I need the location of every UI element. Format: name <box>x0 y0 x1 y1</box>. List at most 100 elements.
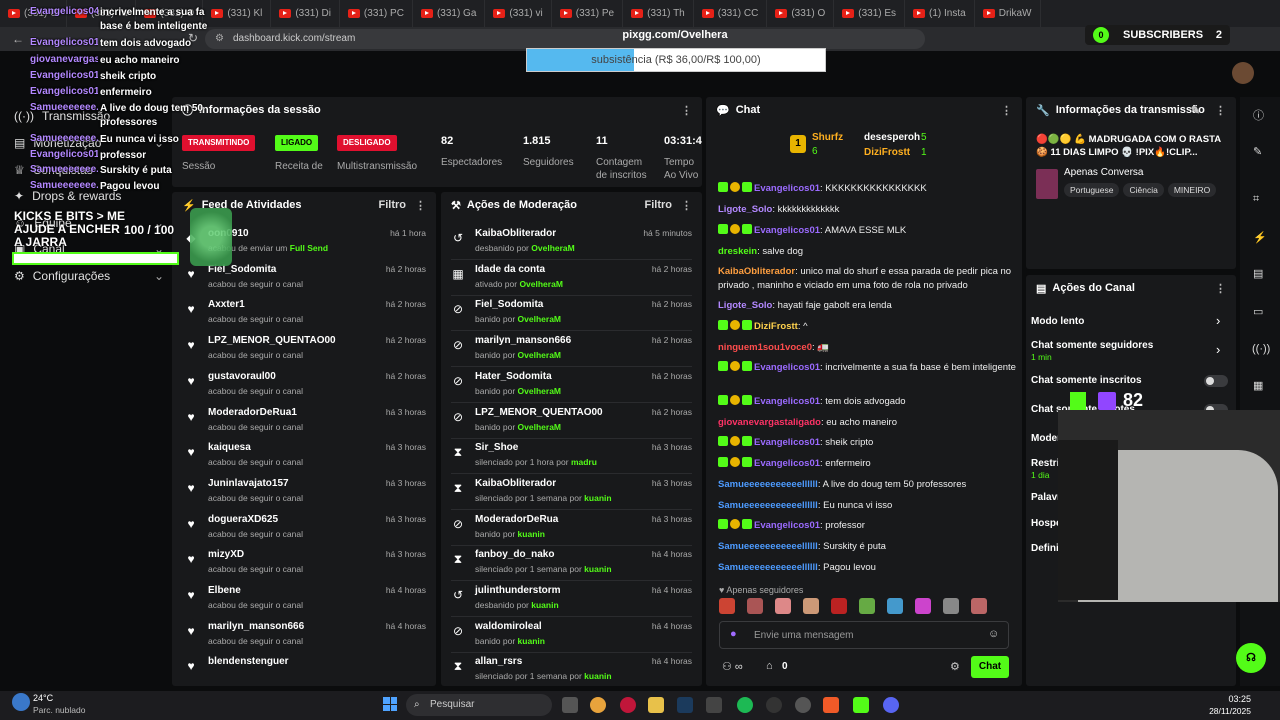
feed-username[interactable]: mizyXD <box>208 549 244 560</box>
discord-icon[interactable] <box>883 697 899 713</box>
mod-row[interactable]: ↺ KaibaObliterador desbanido por OvelheraM… <box>451 226 692 260</box>
emote-icon[interactable] <box>887 598 903 614</box>
mod-row[interactable]: ▦ Idade da conta ativado por OvelheraM há 2… <box>451 262 692 296</box>
chat-username[interactable]: Evangelicos01 <box>754 437 820 448</box>
feed-username[interactable]: marilyn_manson666 <box>208 621 304 632</box>
weather-icon[interactable] <box>12 693 30 711</box>
browser-tab[interactable]: (331) vi <box>485 0 552 27</box>
feed-filter-button[interactable]: Filtro <box>379 199 407 211</box>
mod-filter-button[interactable]: Filtro <box>645 199 673 211</box>
emote-icon[interactable] <box>859 598 875 614</box>
chat-username[interactable]: ninguem1sou1voce0 <box>718 342 812 353</box>
feed-username[interactable]: Elbene <box>208 585 241 596</box>
emoji-icon[interactable]: ☺ <box>988 628 999 640</box>
chat-username[interactable]: Samueeeeeeeeeeellllll <box>718 562 818 573</box>
chat-username[interactable]: Evangelicos01 <box>754 396 820 407</box>
mod-row[interactable]: ⊘ waldomiroleal banido por kuanin há 4 hora… <box>451 619 692 653</box>
chat-username[interactable]: Ligote_Solo <box>718 204 772 215</box>
spotify-icon[interactable] <box>737 697 753 713</box>
app-icon[interactable] <box>706 697 722 713</box>
file-explorer-icon[interactable] <box>648 697 664 713</box>
browser-tab[interactable]: (331) Ga <box>413 0 486 27</box>
feed-username[interactable]: dogueraXD625 <box>208 514 278 525</box>
emote-icon[interactable] <box>719 598 735 614</box>
feed-username[interactable]: gustavoraul00 <box>208 371 276 382</box>
feed-row[interactable]: ♥ kaiquesa acabou de seguir o canal há 3 ho… <box>184 440 426 474</box>
broadcast-icon[interactable]: ((·)) <box>1252 343 1270 355</box>
more-icon[interactable]: ⋮ <box>1001 104 1012 117</box>
mod-row[interactable]: ⊘ marilyn_manson666 banido por OvelheraM há… <box>451 333 692 367</box>
mod-target[interactable]: KaibaObliterador <box>475 478 556 489</box>
browser-tab[interactable]: (331) Pe <box>552 0 624 27</box>
steam-icon[interactable] <box>677 697 693 713</box>
chat-username[interactable]: Ligote_Solo <box>718 300 772 311</box>
info-icon[interactable]: ⓘ <box>1253 107 1264 123</box>
top-gifter-1-name[interactable]: Shurfz <box>812 132 843 143</box>
feed-row[interactable]: ♥ Juninlavajato157 acabou de seguir o cana… <box>184 476 426 510</box>
followers-only-row[interactable]: Chat somente seguidores <box>1031 340 1153 351</box>
mod-row[interactable]: ↺ julinthunderstorm desbanido por kuanin há… <box>451 583 692 617</box>
chat-username[interactable]: dreskein <box>718 246 757 257</box>
emote-icon[interactable] <box>747 598 763 614</box>
mod-row[interactable]: ⊘ Fiel_Sodomita banido por OvelheraM há 2 h… <box>451 297 692 331</box>
more-icon[interactable]: ⋮ <box>1215 104 1226 117</box>
mod-target[interactable]: LPZ_MENOR_QUENTAO00 <box>475 407 603 418</box>
brave-icon[interactable] <box>823 697 839 713</box>
app-icon[interactable] <box>795 697 811 713</box>
back-icon[interactable]: ← <box>12 32 24 46</box>
feed-username[interactable]: ModeradorDeRua1 <box>208 407 297 418</box>
moderators-icon[interactable]: ⚇ ∞ <box>722 660 743 673</box>
feed-row[interactable]: ♥ mizyXD acabou de seguir o canal há 3 hora… <box>184 547 426 581</box>
mod-target[interactable]: julinthunderstorm <box>475 585 561 596</box>
mod-row[interactable]: ⊘ ModeradorDeRua banido por kuanin há 3 hor… <box>451 512 692 546</box>
mod-row[interactable]: ⊘ LPZ_MENOR_QUENTAO00 banido por OvelheraM… <box>451 405 692 439</box>
mod-row[interactable]: ⊘ Hater_Sodomita banido por OvelheraM há 2 … <box>451 369 692 403</box>
feed-username[interactable]: Juninlavajato157 <box>208 478 289 489</box>
emote-icon[interactable] <box>775 598 791 614</box>
taskbar-search[interactable]: ⌕ Pesquisar <box>406 694 552 716</box>
feed-row[interactable]: ♥ Elbene acabou de seguir o canal há 4 hora… <box>184 583 426 617</box>
chat-message[interactable]: Samueeeeeeeeeeellllll: Eu nunca vi isso <box>718 499 1018 513</box>
more-icon[interactable]: ⋮ <box>681 199 692 212</box>
mod-target[interactable]: marilyn_manson666 <box>475 335 571 346</box>
emote-icon[interactable] <box>943 598 959 614</box>
help-button[interactable]: ☊ <box>1236 643 1266 673</box>
task-view-icon[interactable] <box>562 697 578 713</box>
feed-row[interactable]: ♥ ModeradorDeRua1 acabou de seguir o canal… <box>184 405 426 439</box>
feed-username[interactable]: LPZ_MENOR_QUENTAO00 <box>208 335 336 346</box>
chat-input[interactable]: ● Envie uma mensagem ☺ <box>719 621 1009 649</box>
feed-username[interactable]: Axxter1 <box>208 299 245 310</box>
browser-tab[interactable]: (331) CC <box>694 0 768 27</box>
chat-message[interactable]: DiziFrostt: ^ <box>718 320 1018 334</box>
chat-message[interactable]: Evangelicos01: enfermeiro <box>718 457 1018 471</box>
chevron-right-icon[interactable]: › <box>1216 342 1220 357</box>
chat-username[interactable]: Samueeeeeeeeeeellllll <box>718 500 818 511</box>
edit-icon[interactable]: ✎ <box>1191 104 1200 117</box>
feed-row[interactable]: ♥ Axxter1 acabou de seguir o canal há 2 hor… <box>184 297 426 331</box>
chat-message[interactable]: Evangelicos01: sheik cripto <box>718 436 1018 450</box>
site-info-icon[interactable]: ⚙ <box>215 29 224 49</box>
emote-icon[interactable] <box>831 598 847 614</box>
app-icon[interactable] <box>766 697 782 713</box>
banned-words-row[interactable]: Palavr <box>1031 492 1061 503</box>
chat-message[interactable]: KaibaObliterador: unico mal do shurf e e… <box>718 265 1018 293</box>
slow-mode-row[interactable]: Modo lento <box>1031 316 1084 327</box>
chat-message[interactable]: giovanevargastaligado: eu acho maneiro <box>718 416 1018 430</box>
host-row[interactable]: Hospe <box>1031 518 1062 529</box>
settings-row[interactable]: Defini <box>1031 543 1059 554</box>
feed-username[interactable]: kaiquesa <box>208 442 251 453</box>
chat-username[interactable]: KaibaObliterador <box>718 266 795 277</box>
feed-row[interactable]: ♥ marilyn_manson666 acabou de seguir o can… <box>184 619 426 653</box>
chat-username[interactable]: Evangelicos01 <box>754 362 820 373</box>
browser-tab[interactable]: DrikaW <box>975 0 1041 27</box>
sidebar-item-configuracoes[interactable]: ⚙ Configurações ⌄ <box>14 269 164 283</box>
chat-message[interactable]: Ligote_Solo: kkkkkkkkkkkkk <box>718 203 1018 217</box>
chat-message[interactable]: Samueeeeeeeeeeellllll: Surskity é puta <box>718 540 1018 554</box>
mod-row[interactable]: ⧗ fanboy_do_nako silenciado por 1 semana p… <box>451 547 692 581</box>
chat-username[interactable]: Evangelicos01 <box>754 225 820 236</box>
send-chat-button[interactable]: Chat <box>971 656 1009 678</box>
chat-message[interactable]: Evangelicos01: tem dois advogado <box>718 395 1018 409</box>
chat-username[interactable]: Evangelicos01 <box>754 458 820 469</box>
edit-icon[interactable]: ✎ <box>1253 145 1262 158</box>
feed-row[interactable]: ♥ LPZ_MENOR_QUENTAO00 acabou de seguir o c… <box>184 333 426 367</box>
